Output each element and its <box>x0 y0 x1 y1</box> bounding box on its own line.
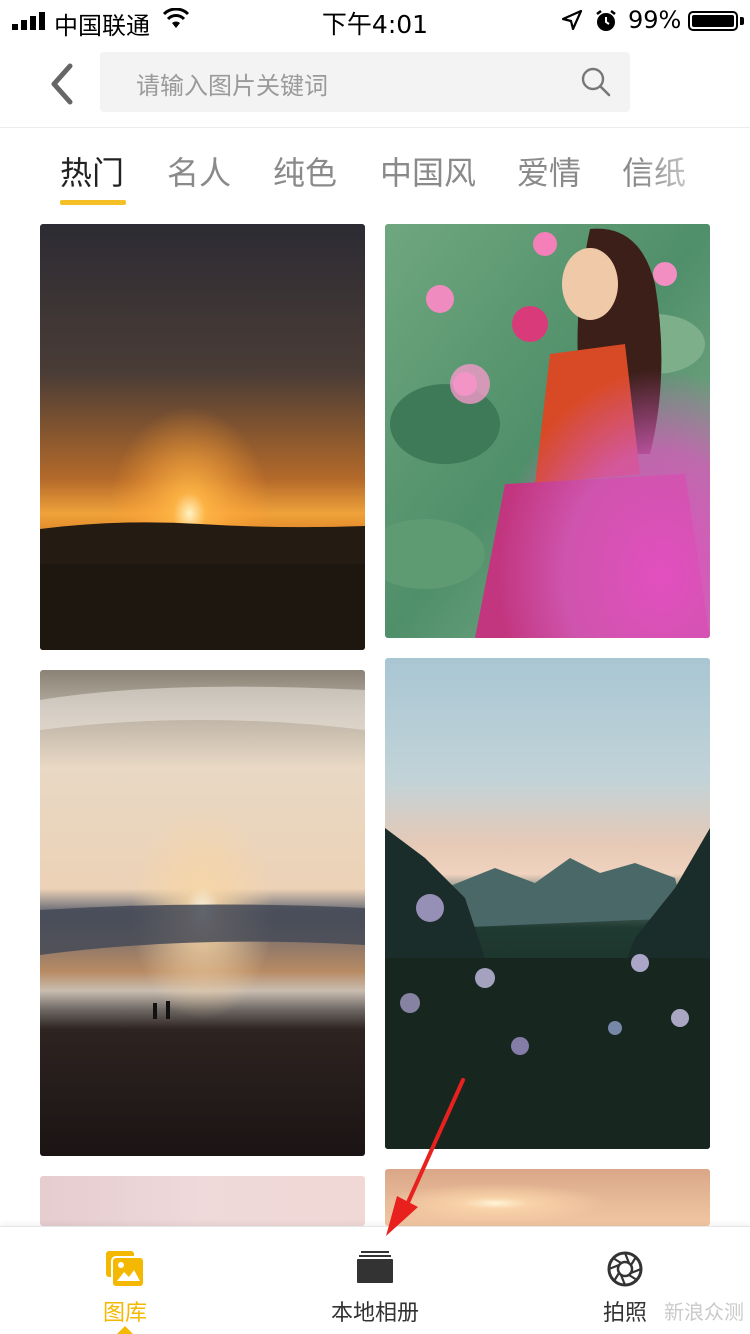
location-icon <box>562 10 582 30</box>
album-icon <box>357 1251 393 1283</box>
battery-percent: 99% <box>628 6 682 34</box>
nav-item-gallery[interactable]: 图库 <box>60 1227 190 1334</box>
search-placeholder: 请输入图片关键词 <box>136 72 328 100</box>
camera-shutter-icon <box>607 1251 643 1287</box>
chevron-left-icon <box>51 63 73 105</box>
search-icon[interactable] <box>580 66 612 98</box>
orange-sun-photo[interactable] <box>385 1169 710 1226</box>
battery-level <box>692 15 734 27</box>
mountain-flowers-photo[interactable] <box>385 658 710 1149</box>
active-tab-indicator <box>60 200 126 205</box>
active-nav-pointer <box>116 1326 134 1334</box>
gallery-icon <box>106 1251 144 1287</box>
tab-hot[interactable]: 热门 <box>60 148 124 194</box>
header: 请输入图片关键词 <box>0 40 750 128</box>
nav-item-local-album[interactable]: 本地相册 <box>300 1227 450 1334</box>
pink-sky-photo[interactable] <box>40 1176 365 1226</box>
alarm-icon <box>596 10 616 31</box>
beach-sunset-photo[interactable] <box>40 670 365 1156</box>
tab-love[interactable]: 爱情 <box>517 148 581 194</box>
tab-solid-color[interactable]: 纯色 <box>273 148 337 194</box>
back-button[interactable] <box>40 60 84 110</box>
nav-label-local-album: 本地相册 <box>330 1301 419 1326</box>
watermark: 新浪众测 <box>664 1300 744 1324</box>
status-bar: 中国联通 下午4:01 99% <box>0 0 750 40</box>
battery-icon <box>688 11 738 31</box>
bottom-nav: 图库 本地相册 拍照 <box>0 1226 750 1334</box>
lotus-girl-photo[interactable] <box>385 224 710 638</box>
search-input[interactable]: 请输入图片关键词 <box>100 52 630 112</box>
tab-letter-paper[interactable]: 信纸 <box>622 148 686 194</box>
battery-tip <box>740 17 744 25</box>
sunset-field-photo[interactable] <box>40 224 365 650</box>
tab-celebrity[interactable]: 名人 <box>167 148 231 194</box>
tab-chinese-style[interactable]: 中国风 <box>380 148 476 194</box>
nav-label-gallery: 图库 <box>102 1301 147 1326</box>
